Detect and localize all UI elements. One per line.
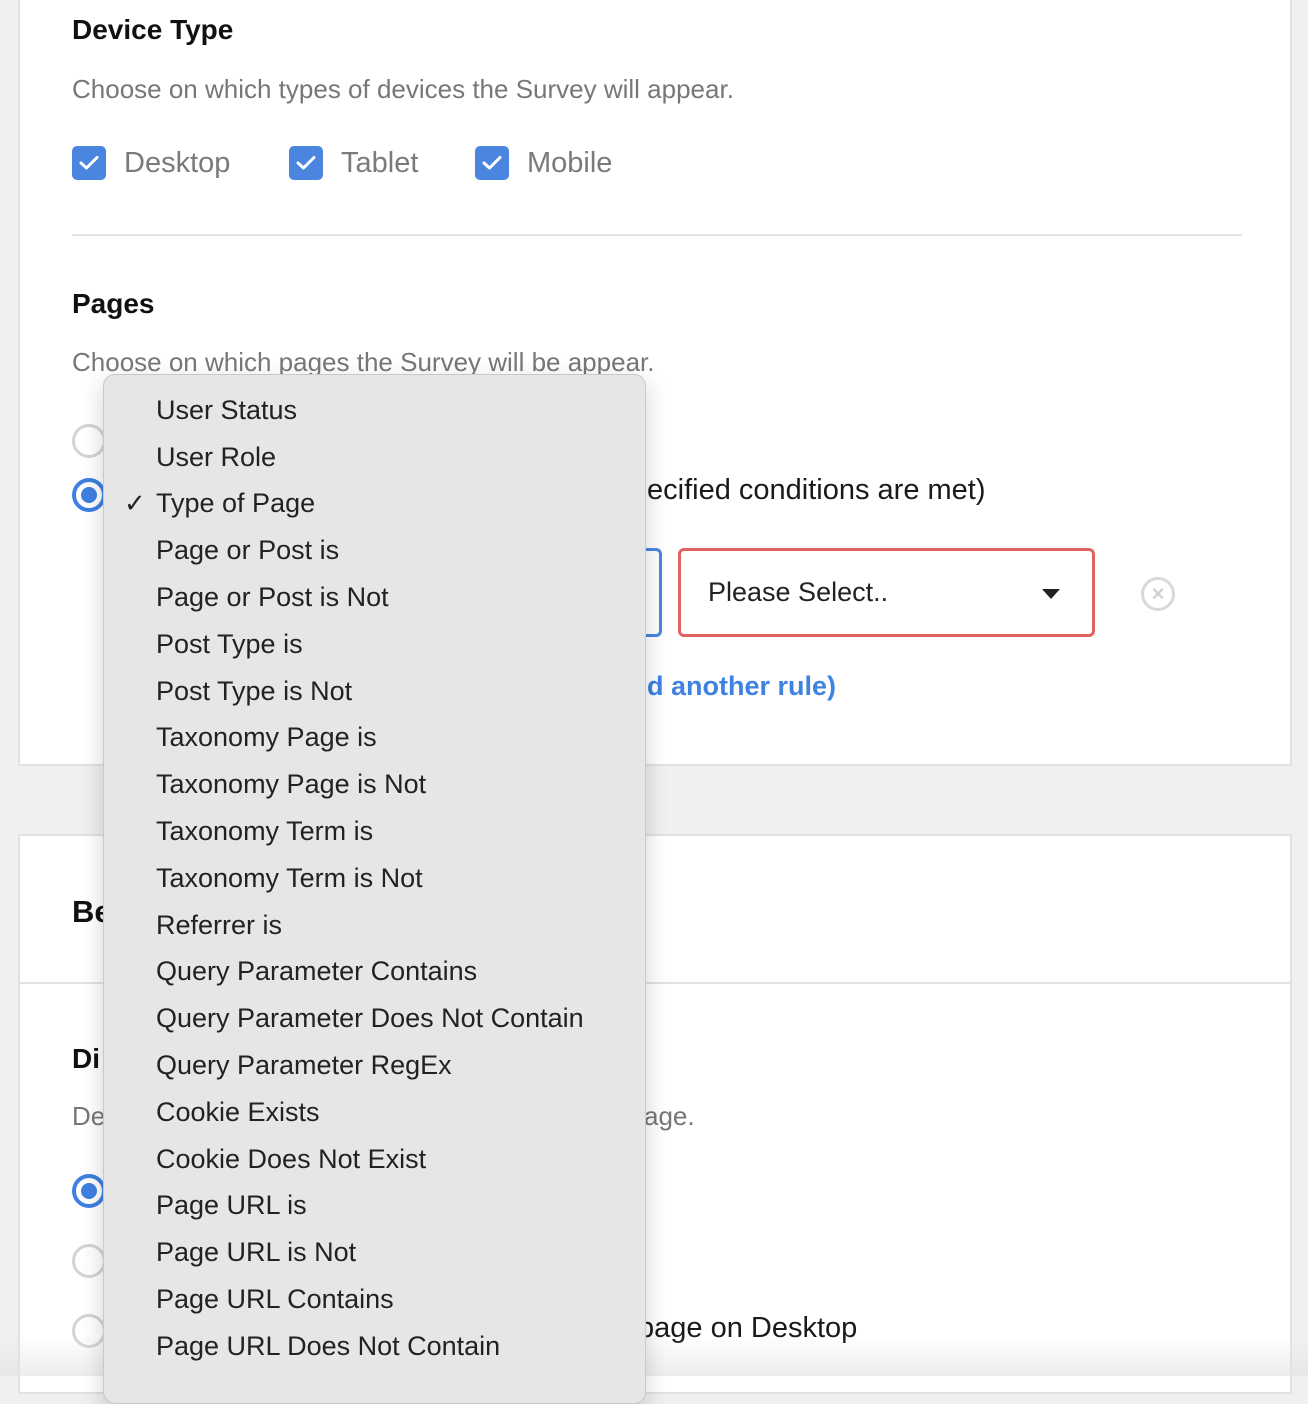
dropdown-item[interactable]: Page URL is Not [104, 1229, 645, 1276]
dropdown-item[interactable]: User Role [104, 434, 645, 481]
dropdown-item-label: Page URL Does Not Contain [156, 1331, 500, 1362]
display-description: De [72, 1101, 105, 1132]
device-type-title: Device Type [72, 14, 233, 46]
dropdown-item[interactable]: Taxonomy Page is Not [104, 761, 645, 808]
dropdown-item[interactable]: Taxonomy Term is Not [104, 855, 645, 902]
checkmark-icon: ✓ [124, 488, 146, 519]
dropdown-item[interactable]: Page URL Does Not Contain [104, 1323, 645, 1370]
checkbox-label: Mobile [527, 147, 612, 180]
condition-dropdown-menu[interactable]: User Status User Role ✓ Type of Page Page… [103, 374, 646, 1404]
dropdown-item-label: Type of Page [156, 488, 315, 519]
dropdown-item-label: Page URL is [156, 1190, 307, 1221]
dropdown-item-label: Query Parameter RegEx [156, 1050, 452, 1081]
dropdown-item-label: Page or Post is Not [156, 582, 389, 613]
dropdown-item-label: User Role [156, 442, 276, 473]
dropdown-item[interactable]: Page or Post is [104, 527, 645, 574]
checkbox-checked-icon [72, 146, 106, 180]
x-circle-icon: × [1152, 583, 1165, 605]
display-radio-2[interactable] [72, 1244, 106, 1278]
dropdown-item-label: Query Parameter Does Not Contain [156, 1003, 584, 1034]
dropdown-item[interactable]: Page or Post is Not [104, 574, 645, 621]
dropdown-item-label: Post Type is Not [156, 676, 352, 707]
dropdown-item[interactable]: Referrer is [104, 902, 645, 949]
dropdown-item[interactable]: Taxonomy Term is [104, 808, 645, 855]
add-another-rule-link[interactable]: d another rule) [647, 671, 836, 702]
device-type-description: Choose on which types of devices the Sur… [72, 74, 734, 105]
dropdown-item-label: Page URL is Not [156, 1237, 356, 1268]
dropdown-item-label: Taxonomy Page is Not [156, 769, 426, 800]
dropdown-item-selected[interactable]: ✓ Type of Page [104, 481, 645, 528]
dropdown-item[interactable]: Post Type is [104, 621, 645, 668]
dropdown-item-label: Cookie Does Not Exist [156, 1144, 426, 1175]
radio-specified-conditions-label: ecified conditions are met) [647, 474, 986, 507]
dropdown-item[interactable]: Post Type is Not [104, 668, 645, 715]
dropdown-item[interactable]: Page URL is [104, 1183, 645, 1230]
display-title: Di [72, 1043, 100, 1075]
dropdown-item[interactable]: Page URL Contains [104, 1276, 645, 1323]
radio-specified-conditions[interactable] [72, 478, 106, 512]
dropdown-item[interactable]: Cookie Does Not Exist [104, 1136, 645, 1183]
remove-rule-button[interactable]: × [1141, 577, 1175, 611]
section-divider [72, 234, 1242, 236]
dropdown-item-label: Taxonomy Term is [156, 816, 373, 847]
dropdown-item[interactable]: Query Parameter Contains [104, 949, 645, 996]
pages-title: Pages [72, 288, 155, 320]
dropdown-item[interactable]: Query Parameter RegEx [104, 1042, 645, 1089]
display-radio-1[interactable] [72, 1174, 106, 1208]
radio-all-pages[interactable] [72, 424, 106, 458]
checkbox-checked-icon [289, 146, 323, 180]
dropdown-item[interactable]: Cookie Exists [104, 1089, 645, 1136]
checkbox-label: Tablet [341, 147, 418, 180]
rule-value-select-text: Please Select.. [708, 577, 888, 608]
rule-value-select[interactable]: Please Select.. [678, 548, 1095, 637]
checkbox-desktop[interactable]: Desktop [72, 146, 230, 180]
dropdown-item-label: User Status [156, 395, 297, 426]
dropdown-item-label: Query Parameter Contains [156, 956, 477, 987]
checkbox-checked-icon [475, 146, 509, 180]
dropdown-item-label: Page URL Contains [156, 1284, 394, 1315]
dropdown-item-label: Post Type is [156, 629, 303, 660]
dropdown-item-label: Taxonomy Page is [156, 722, 377, 753]
caret-down-icon [1042, 589, 1060, 599]
dropdown-item[interactable]: Taxonomy Page is [104, 715, 645, 762]
display-description-end: age. [644, 1101, 695, 1132]
dropdown-item-label: Referrer is [156, 910, 282, 941]
dropdown-item-label: Cookie Exists [156, 1097, 320, 1128]
dropdown-item[interactable]: User Status [104, 387, 645, 434]
checkbox-label: Desktop [124, 147, 230, 180]
checkbox-tablet[interactable]: Tablet [289, 146, 418, 180]
checkbox-mobile[interactable]: Mobile [475, 146, 612, 180]
dropdown-item-label: Taxonomy Term is Not [156, 863, 423, 894]
dropdown-item[interactable]: Query Parameter Does Not Contain [104, 995, 645, 1042]
dropdown-item-label: Page or Post is [156, 535, 339, 566]
